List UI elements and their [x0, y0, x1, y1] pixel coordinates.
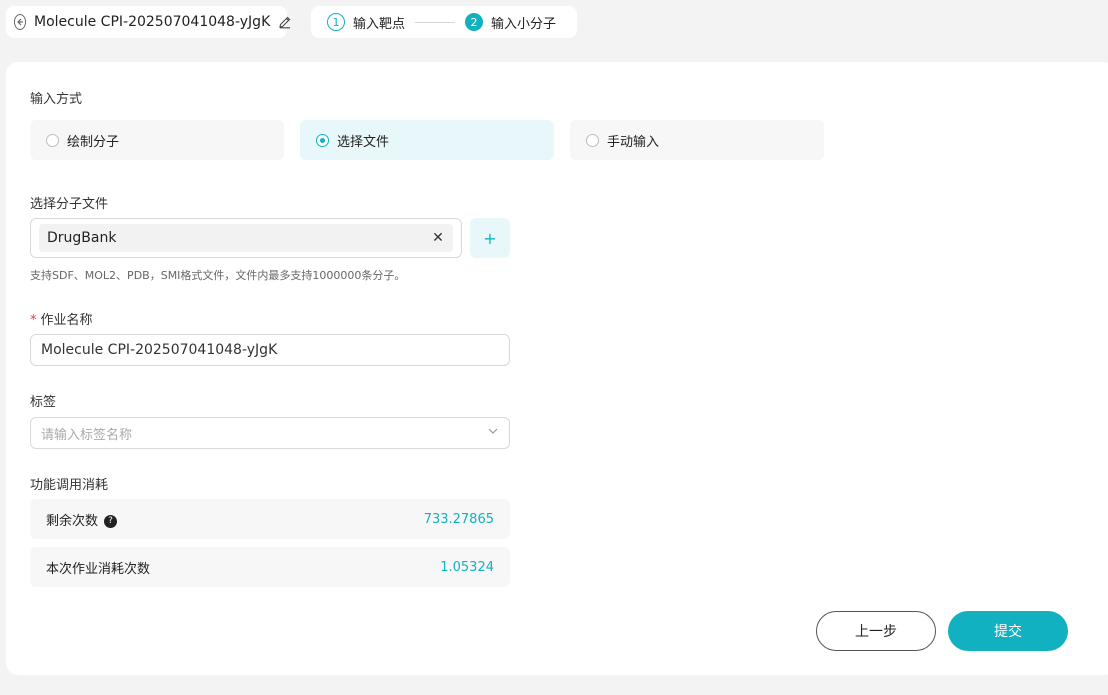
radio-manual-input[interactable]: 手动输入 — [570, 120, 824, 160]
selected-file-name: DrugBank — [47, 230, 117, 246]
edit-icon[interactable] — [278, 14, 292, 30]
file-select-label: 选择分子文件 — [30, 197, 109, 212]
radio-circle — [586, 133, 599, 147]
job-cost-value: 1.05324 — [440, 559, 494, 575]
radio-select-file[interactable]: 选择文件 — [300, 120, 554, 160]
input-method-label: 输入方式 — [30, 92, 83, 107]
radio-circle — [46, 133, 59, 147]
job-name-label: * 作业名称 — [30, 309, 93, 328]
job-cost-label: 本次作业消耗次数 — [46, 561, 151, 577]
step-2-label: 输入小分子 — [491, 16, 557, 32]
tags-select[interactable]: 请输入标签名称 — [30, 417, 510, 449]
file-format-hint: 支持SDF、MOL2、PDB，SMI格式文件，文件内最多支持1000000条分子… — [30, 269, 406, 282]
job-cost-row: 本次作业消耗次数 1.05324 — [30, 547, 510, 587]
remaining-label-wrap: 剩余次数? — [46, 510, 118, 529]
radio-label: 手动输入 — [607, 134, 660, 150]
radio-dot — [320, 137, 325, 143]
help-icon[interactable]: ? — [104, 514, 118, 528]
step-1-label: 输入靶点 — [353, 16, 406, 32]
job-title-pill: Molecule CPI-202507041048-yJgK — [6, 6, 291, 38]
remaining-count-row: 剩余次数? 733.27865 — [30, 499, 510, 539]
submit-button[interactable]: 提交 — [948, 611, 1068, 651]
add-file-button[interactable]: + — [470, 218, 510, 258]
chevron-down-icon — [487, 425, 499, 441]
step-1[interactable]: 1 输入靶点 — [327, 13, 405, 32]
radio-label: 选择文件 — [337, 134, 390, 150]
cost-label: 功能调用消耗 — [30, 478, 109, 493]
close-icon[interactable]: ✕ — [431, 230, 445, 246]
file-select-box[interactable]: DrugBank ✕ — [30, 218, 462, 258]
steps-indicator: 1 输入靶点 2 输入小分子 — [311, 6, 577, 38]
remaining-value: 733.27865 — [423, 511, 494, 527]
radio-circle-checked — [316, 133, 329, 147]
step-1-number: 1 — [327, 13, 345, 31]
form-card: 输入方式 绘制分子 选择文件 手动输入 选择分子文件 DrugBank ✕ + … — [6, 62, 1108, 675]
tags-label: 标签 — [30, 395, 57, 410]
tags-placeholder: 请输入标签名称 — [41, 427, 133, 443]
required-mark: * — [30, 313, 37, 328]
job-name-label-text: 作业名称 — [40, 313, 93, 328]
selected-file-tag: DrugBank ✕ — [39, 224, 453, 252]
remaining-label: 剩余次数 — [46, 513, 99, 529]
step-connector — [415, 21, 456, 23]
step-2[interactable]: 2 输入小分子 — [465, 13, 556, 32]
job-title: Molecule CPI-202507041048-yJgK — [34, 14, 271, 30]
job-name-input[interactable] — [30, 334, 510, 366]
radio-draw-molecule[interactable]: 绘制分子 — [30, 120, 284, 160]
step-2-number: 2 — [465, 13, 484, 31]
radio-label: 绘制分子 — [67, 134, 120, 150]
back-arrow-icon[interactable] — [14, 14, 26, 30]
prev-step-button[interactable]: 上一步 — [816, 611, 936, 651]
top-bar: Molecule CPI-202507041048-yJgK 1 输入靶点 2 … — [0, 0, 1108, 50]
